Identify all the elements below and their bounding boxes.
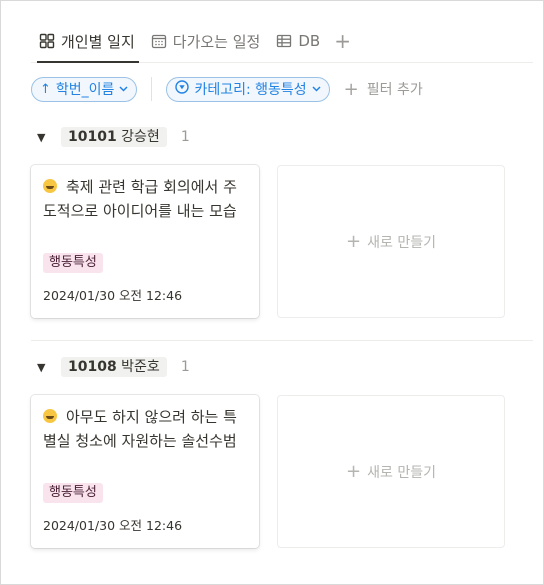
plus-icon: + <box>343 78 359 100</box>
smile-emoji-icon <box>43 179 57 193</box>
group-header: ▼ 10101 강승현 1 <box>37 126 190 148</box>
category-chip-label: 카테고리: 행동특성 <box>194 82 307 98</box>
tab-label: DB <box>298 32 321 50</box>
new-card-button[interactable]: + 새로 만들기 <box>277 165 505 318</box>
card-title-text: 아무도 하지 않으려 하는 특별실 청소에 자원하는 솔선수범 <box>43 408 237 450</box>
category-tag: 행동특성 <box>43 483 103 503</box>
student-id: 10108 <box>68 359 117 375</box>
student-id: 10101 <box>68 129 117 145</box>
tab-label: 다가오는 일정 <box>172 32 261 51</box>
category-filter-chip[interactable]: 카테고리: 행동특성 <box>166 76 330 102</box>
tab-upcoming-schedule[interactable]: 다가오는 일정 <box>143 27 269 55</box>
sort-chip[interactable]: ↑ 학번_이름 <box>31 76 138 102</box>
chevron-down-icon <box>119 84 128 95</box>
calendar-icon <box>151 33 167 49</box>
plus-icon: + <box>346 461 362 482</box>
new-card-label: 새로 만들기 <box>367 464 436 481</box>
card-date: 2024/01/30 오전 12:46 <box>43 288 183 303</box>
group-label: 10101 강승현 <box>61 127 167 147</box>
add-view-button[interactable]: + <box>328 27 357 55</box>
student-name: 박준호 <box>121 359 160 375</box>
board-icon <box>39 33 55 49</box>
smile-emoji-icon <box>43 409 57 423</box>
card-date: 2024/01/30 오전 12:46 <box>43 518 183 533</box>
board-card[interactable]: 축제 관련 학급 회의에서 주도적으로 아이디어를 내는 모습 행동특성 202… <box>31 165 259 318</box>
add-filter-button[interactable]: + 필터 추가 <box>344 79 423 100</box>
sort-chip-label: 학번_이름 <box>55 82 115 98</box>
group-count: 1 <box>180 129 190 145</box>
tab-personal-log[interactable]: 개인별 일지 <box>31 27 143 63</box>
card-title: 아무도 하지 않으려 하는 특별실 청소에 자원하는 솔선수범 <box>43 405 249 453</box>
group-label: 10108 박준호 <box>61 357 167 377</box>
plus-icon: + <box>346 231 362 252</box>
new-card-label: 새로 만들기 <box>367 234 436 251</box>
arrow-up-icon: ↑ <box>40 81 51 97</box>
card-title: 축제 관련 학급 회의에서 주도적으로 아이디어를 내는 모습 <box>43 175 249 223</box>
filter-divider <box>151 77 153 101</box>
filter-bar: ↑ 학번_이름 카테고리: 행동특성 + 필터 추가 <box>31 76 423 102</box>
add-filter-label: 필터 추가 <box>366 82 423 98</box>
group-count: 1 <box>180 359 190 375</box>
card-title-text: 축제 관련 학급 회의에서 주도적으로 아이디어를 내는 모습 <box>43 178 237 220</box>
group-divider <box>31 340 533 341</box>
table-icon <box>276 33 292 49</box>
filter-icon <box>175 80 190 98</box>
caret-down-icon[interactable]: ▼ <box>37 131 51 144</box>
caret-down-icon[interactable]: ▼ <box>37 361 51 374</box>
new-card-button[interactable]: + 새로 만들기 <box>277 395 505 548</box>
app-frame: 개인별 일지 다가오는 일정 DB + ↑ 학번_이름 카테고리: 행동특성 +… <box>0 0 544 585</box>
student-name: 강승현 <box>121 129 160 145</box>
board-card[interactable]: 아무도 하지 않으려 하는 특별실 청소에 자원하는 솔선수범 행동특성 202… <box>31 395 259 548</box>
tab-db[interactable]: DB <box>268 27 328 55</box>
tab-label: 개인별 일지 <box>61 32 135 51</box>
chevron-down-icon <box>312 84 321 95</box>
view-tabs: 개인별 일지 다가오는 일정 DB + <box>31 27 533 63</box>
group-header: ▼ 10108 박준호 1 <box>37 356 190 378</box>
category-tag: 행동특성 <box>43 253 103 273</box>
